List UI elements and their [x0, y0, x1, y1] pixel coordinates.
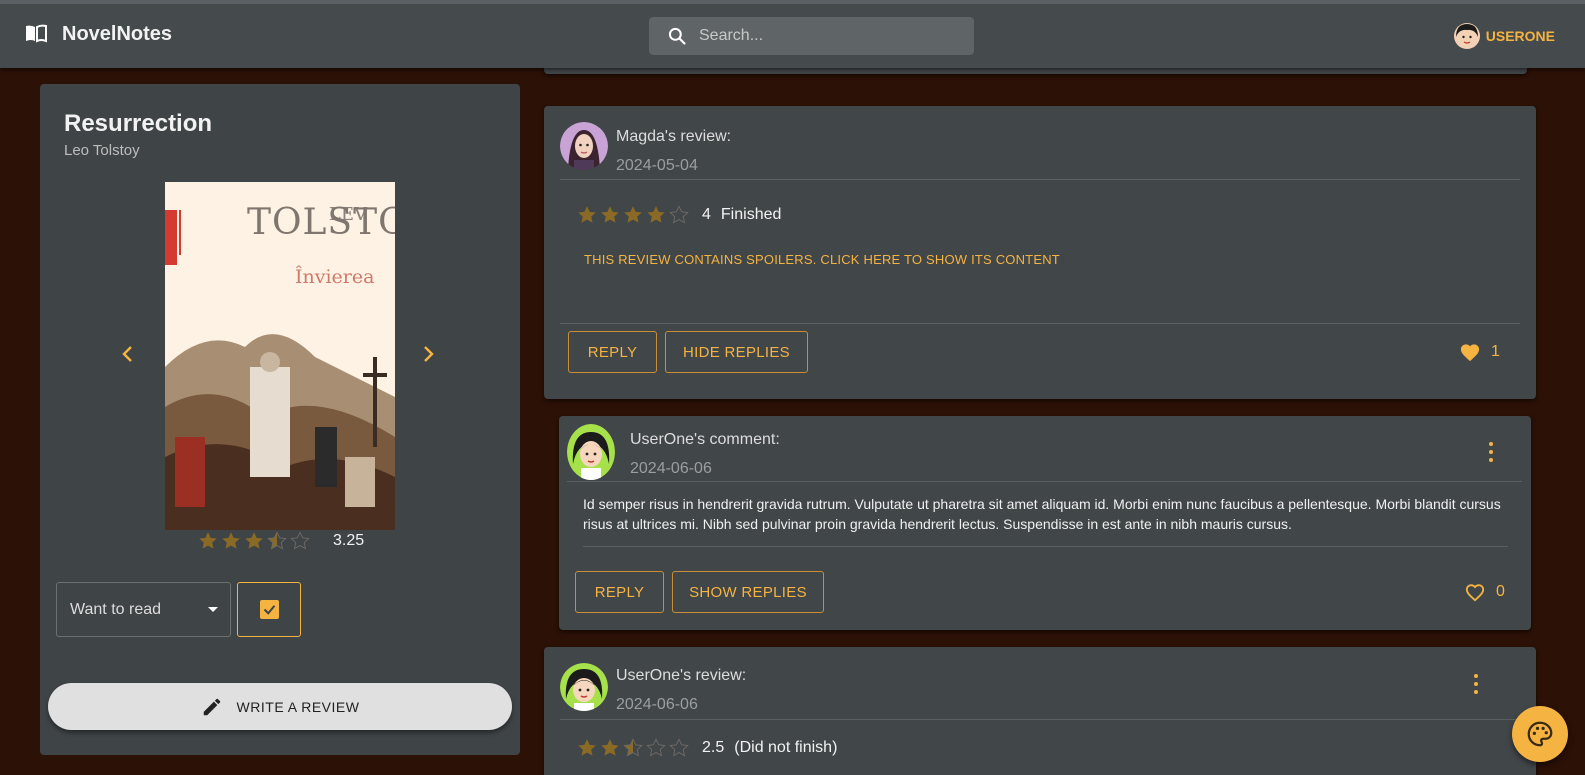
book-cover: LEV TOLSTOI Învierea [165, 182, 395, 530]
cover-title: Învierea [295, 266, 375, 288]
review-rating-value: 4 [702, 206, 711, 223]
search-box[interactable] [649, 17, 974, 55]
write-review-button[interactable]: WRITE A REVIEW [48, 683, 512, 730]
average-stars [197, 530, 311, 552]
hide-replies-button[interactable]: HIDE REPLIES [665, 331, 808, 373]
review-stars [576, 204, 690, 226]
review-rating: 2.5 (Did not finish) [576, 737, 837, 759]
review-header: Magda's review: [616, 128, 732, 145]
book-author[interactable]: Leo Tolstoy [64, 142, 140, 159]
like-control[interactable]: 0 [1464, 582, 1505, 602]
star-half-icon [267, 531, 287, 550]
cover-publisher-badge [165, 210, 177, 265]
star-filled-icon [601, 206, 619, 223]
cover-author-last: TOLSTOI [247, 202, 395, 243]
star-empty-icon [669, 738, 689, 757]
shelf-confirm-button[interactable] [237, 582, 301, 637]
like-count: 0 [1496, 583, 1505, 600]
reviewer-avatar[interactable] [560, 122, 608, 170]
like-count: 1 [1491, 343, 1500, 360]
review-rating-value: 2.5 [702, 739, 725, 756]
star-filled-icon [647, 206, 665, 223]
review-card: Magda's review: 2024-05-04 4 Finished TH… [544, 106, 1536, 399]
heart-outline-icon [1465, 584, 1485, 602]
average-rating-value: 3.25 [333, 532, 365, 549]
book-title: Resurrection [64, 110, 213, 137]
comment-actions-divider [583, 546, 1508, 547]
commenter-avatar[interactable] [567, 424, 615, 480]
chevron-left-icon[interactable] [116, 342, 140, 366]
review-divider [560, 179, 1520, 180]
star-empty-icon [669, 205, 689, 224]
comment-date: 2024-06-06 [630, 460, 712, 477]
comment-text: Id semper risus in hendrerit gravida rut… [583, 496, 1501, 532]
brand-name: NovelNotes [62, 22, 173, 45]
reply-button[interactable]: REPLY [575, 571, 664, 613]
cover-painting [165, 307, 395, 530]
chevron-right-icon[interactable] [416, 342, 440, 366]
kebab-menu-icon[interactable] [1488, 442, 1494, 462]
shelf-select[interactable]: Want to read [56, 582, 231, 637]
average-rating: 3.25 [197, 530, 364, 552]
star-filled-icon [222, 532, 240, 549]
book-panel: Resurrection Leo Tolstoy LEV TOLSTOI Înv… [40, 84, 520, 755]
palette-icon [1527, 721, 1553, 747]
comment-header: UserOne's comment: [630, 431, 780, 448]
review-date: 2024-06-06 [616, 696, 698, 713]
kebab-menu-icon[interactable] [1473, 674, 1479, 694]
comment-card: UserOne's comment: 2024-06-06 Id semper … [559, 416, 1531, 630]
search-icon [668, 27, 686, 45]
search-input[interactable] [699, 27, 959, 45]
user-avatar [1453, 23, 1480, 49]
star-filled-icon [199, 532, 217, 549]
review-date: 2024-05-04 [616, 157, 698, 174]
like-control[interactable]: 1 [1459, 342, 1500, 362]
theme-palette-button[interactable] [1512, 706, 1568, 762]
pencil-icon [203, 698, 220, 715]
review-read-status: (Did not finish) [734, 739, 838, 756]
write-review-label: WRITE A REVIEW [236, 698, 360, 715]
review-read-status: Finished [720, 206, 782, 223]
reviewer-avatar[interactable] [560, 663, 608, 711]
star-filled-icon [601, 739, 619, 756]
app-bar: NovelNotes USERONE [0, 0, 1585, 68]
review-header: UserOne's review: [616, 667, 747, 684]
shelf-select-value: Want to read [70, 600, 162, 618]
review-stars [576, 737, 690, 759]
star-filled-icon [245, 532, 263, 549]
reply-button[interactable]: REPLY [568, 331, 657, 373]
star-empty-icon [646, 738, 666, 757]
checkbox-checked-icon [259, 600, 279, 619]
review-rating: 4 Finished [576, 204, 781, 226]
star-half-icon [623, 738, 643, 757]
star-filled-icon [578, 206, 596, 223]
cover-series-mark [179, 210, 189, 255]
star-filled-icon [578, 739, 596, 756]
spoiler-reveal-link[interactable]: THIS REVIEW CONTAINS SPOILERS. CLICK HER… [584, 252, 1060, 267]
review-divider [560, 719, 1520, 720]
heart-filled-icon [1460, 344, 1480, 362]
caret-down-icon [208, 607, 218, 612]
review-card: UserOne's review: 2024-06-06 2.5 (Did no… [544, 647, 1536, 775]
star-filled-icon [624, 206, 642, 223]
star-empty-icon [290, 531, 310, 550]
comment-divider [567, 481, 1522, 482]
open-book-icon [26, 24, 47, 43]
brand-link[interactable]: NovelNotes [24, 22, 172, 46]
user-menu[interactable]: USERONE [1453, 23, 1555, 49]
user-name: USERONE [1485, 28, 1555, 44]
review-actions-divider [560, 323, 1520, 324]
show-replies-button[interactable]: SHOW REPLIES [672, 571, 824, 613]
